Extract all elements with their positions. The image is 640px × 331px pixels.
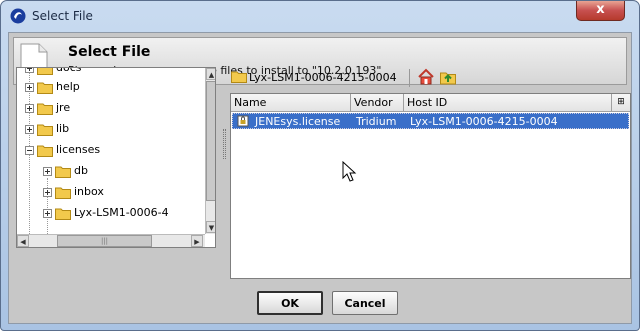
- column-header-vendor[interactable]: Vendor: [351, 94, 404, 111]
- tree-item-lib[interactable]: lib: [25, 120, 69, 138]
- table-row[interactable]: JENEsys.license Tridium Lyx-LSM1-0006-42…: [232, 113, 629, 129]
- folder-icon: [37, 82, 53, 94]
- expand-icon[interactable]: [43, 187, 52, 197]
- vendor-cell: Tridium: [356, 115, 397, 128]
- tree-item-jre[interactable]: jre: [25, 99, 70, 117]
- scroll-up-arrow-icon[interactable]: ▲: [206, 68, 215, 80]
- toolbar-separator: [409, 69, 410, 87]
- tree-item-label: lib: [56, 122, 70, 135]
- home-icon[interactable]: [417, 68, 435, 86]
- tree-item-label: inbox: [74, 185, 104, 198]
- expand-icon[interactable]: [25, 82, 34, 92]
- expand-icon[interactable]: [43, 166, 52, 176]
- tree-item-label: db: [74, 164, 88, 177]
- folder-icon: [231, 71, 247, 83]
- tree-item-help[interactable]: help: [25, 78, 80, 96]
- scroll-thumb[interactable]: |||: [57, 235, 152, 247]
- tree-item-docs[interactable]: docs: [25, 67, 82, 77]
- dialog-title: Select File: [68, 44, 151, 60]
- license-file-icon: [237, 115, 249, 127]
- tree-item-label: help: [56, 80, 80, 93]
- column-chooser-icon[interactable]: ⊞: [612, 94, 630, 111]
- scroll-left-arrow-icon[interactable]: ◀: [17, 235, 29, 247]
- pane-splitter[interactable]: [223, 129, 226, 159]
- expand-icon[interactable]: [25, 103, 34, 113]
- current-path: Lyx-LSM1-0006-4215-0004: [249, 71, 397, 84]
- table-header: Name Vendor Host ID ⊞: [231, 94, 630, 112]
- cancel-button[interactable]: Cancel: [332, 291, 398, 315]
- folder-icon: [37, 68, 53, 75]
- title-bar[interactable]: Select File x: [1, 1, 639, 31]
- expand-icon[interactable]: [25, 68, 34, 73]
- collapse-icon[interactable]: [25, 145, 34, 155]
- column-header-name[interactable]: Name: [231, 94, 351, 111]
- host-id-cell: Lyx-LSM1-0006-4215-0004: [410, 115, 558, 128]
- ok-button[interactable]: OK: [257, 291, 323, 315]
- folder-icon: [55, 208, 71, 220]
- tree-vertical-scrollbar[interactable]: ▲ ▼: [205, 68, 215, 234]
- column-header-host-id[interactable]: Host ID: [404, 94, 612, 111]
- path-bar: Lyx-LSM1-0006-4215-0004: [231, 67, 631, 89]
- select-file-window: Select File x Select File Please choose …: [0, 0, 640, 331]
- close-icon: x: [596, 2, 605, 17]
- file-table[interactable]: Name Vendor Host ID ⊞ JENEsys.license Tr…: [230, 93, 631, 279]
- folder-icon: [55, 187, 71, 199]
- mouse-cursor-icon: [342, 161, 357, 182]
- tree-item-label: licenses: [56, 143, 101, 156]
- folder-icon: [37, 124, 53, 136]
- folder-tree[interactable]: docs help jre lib licenses db inbox Lyx-…: [16, 67, 216, 248]
- tree-item-db[interactable]: db: [43, 162, 88, 180]
- file-name-cell: JENEsys.license: [255, 115, 341, 128]
- scroll-right-arrow-icon[interactable]: ▶: [191, 235, 203, 247]
- tree-horizontal-scrollbar[interactable]: ◀ ||| ▶: [17, 234, 205, 247]
- folder-icon: [55, 166, 71, 178]
- expand-icon[interactable]: [43, 208, 52, 218]
- tree-item-licenses[interactable]: licenses: [25, 141, 100, 159]
- expand-icon[interactable]: [25, 124, 34, 134]
- close-button[interactable]: x: [576, 1, 625, 21]
- tree-item-label: docs: [56, 67, 82, 74]
- folder-icon: [37, 103, 53, 115]
- open-folder-icon: [37, 145, 53, 157]
- niagara-app-icon: [10, 8, 26, 24]
- window-title: Select File: [32, 9, 93, 23]
- scroll-thumb[interactable]: [206, 81, 215, 201]
- tree-item-label: jre: [56, 101, 71, 114]
- folder-up-icon[interactable]: [439, 68, 457, 86]
- tree-item-inbox[interactable]: inbox: [43, 183, 104, 201]
- scroll-down-arrow-icon[interactable]: ▼: [206, 221, 215, 233]
- tree-item-label: Lyx-LSM1-0006-4: [74, 206, 169, 219]
- tree-item-lyx-folder[interactable]: Lyx-LSM1-0006-4: [43, 204, 169, 222]
